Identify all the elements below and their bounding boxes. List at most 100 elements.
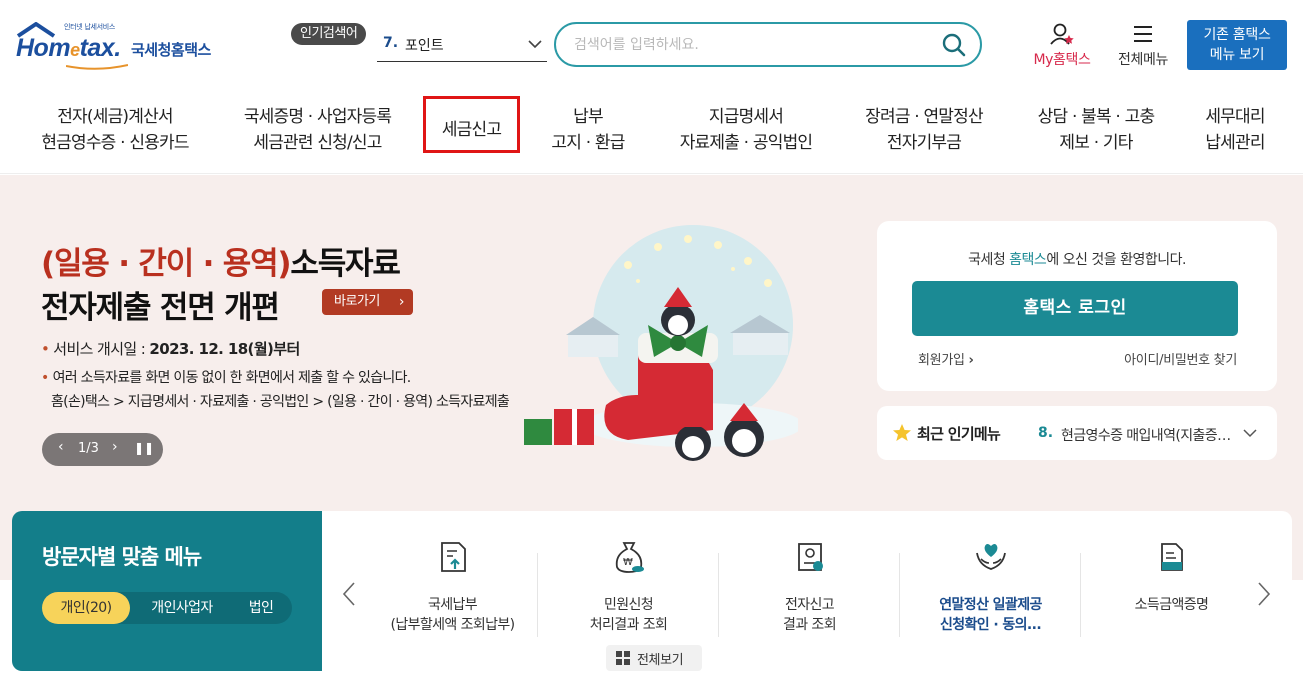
all-menu-label: 전체메뉴 [1118,52,1168,68]
chevron-right-icon[interactable] [1257,581,1271,607]
banner-bullet-date: • 서비스 개시일 : 2023. 12. 18(월)부터 [41,340,300,358]
nav-label: 국세증명 · 사업자등록 [243,107,392,127]
nav-label: 세금관련 신청/신고 [253,133,382,153]
service-sublabel: (납부할세액 조회납부) [390,617,515,633]
chevron-left-icon[interactable] [342,581,356,607]
svg-text:₩: ₩ [623,557,633,568]
nav-label: 전자(세금)계산서 [57,107,173,127]
star-icon [893,424,911,441]
grid-icon [616,651,630,665]
go-button[interactable]: 바로가기 › [322,289,413,315]
chevron-right-icon: › [398,294,405,310]
logo-subtitle: 인터넷 납세서비스 [64,23,116,31]
nav-label: 고지 · 환급 [551,133,625,153]
join-link[interactable]: 회원가입 › [918,349,974,368]
find-id-password-link[interactable]: 아이디/비밀번호 찾기 [1124,349,1237,368]
recent-menu-item: 현금영수증 매입내역(지출증빙) 조회 [1061,428,1237,444]
nav-label: 납세관리 [1205,133,1265,153]
slide-counter: 1/3 [78,441,99,456]
popular-search-rank: 7. [383,35,399,51]
nav-payment-statement[interactable]: 지급명세서 자료제출 · 공익법인 [668,104,824,156]
my-hometax-label: My홈택스 [1033,52,1091,68]
service-label: 국세납부 [427,597,478,613]
christmas-illustration [524,225,798,461]
chevron-right-icon: › [968,353,974,368]
service-label: 전자신고 [784,597,835,613]
search-icon[interactable] [942,33,966,57]
view-all-button[interactable]: 전체보기 [606,645,702,671]
nav-e-tax-invoice[interactable]: 전자(세금)계산서 현금영수증 · 신용카드 [35,104,195,156]
recent-popular-menu[interactable]: 최근 인기메뉴 8. 현금영수증 매입내역(지출증빙) 조회 [877,406,1277,460]
nav-label: 현금영수증 · 신용카드 [41,133,189,153]
nav-tax-certificate[interactable]: 국세증명 · 사업자등록 세금관련 신청/신고 [235,104,400,156]
service-income-certificate[interactable]: 소득금액증명 [1081,539,1262,647]
nav-label: 자료제출 · 공익법인 [679,133,813,153]
old-hometax-button[interactable]: 기존 홈택스 메뉴 보기 [1187,20,1287,70]
search-input[interactable] [574,33,914,57]
old-hometax-line2: 메뉴 보기 [1209,47,1265,63]
main-navigation: 전자(세금)계산서 현금영수증 · 신용카드 국세증명 · 사업자등록 세금관련… [0,86,1303,174]
tab-corporation[interactable]: 법인 [234,592,288,624]
visitor-menu-title: 방문자별 맞춤 메뉴 [42,545,202,569]
all-menu-button[interactable]: 전체메뉴 [1108,22,1178,68]
service-label: 연말정산 일괄제공 [939,597,1042,613]
certificate-icon [1160,543,1183,571]
banner-title-line2: 전자제출 전면 개편 [41,290,280,326]
recent-menu-rank: 8. [1038,425,1054,441]
service-sublabel: 처리결과 조회 [589,617,668,633]
nav-label: 지급명세서 [708,107,784,127]
popular-search-select[interactable]: 7. 포인트 [377,30,547,62]
login-card: 국세청 홈택스에 오신 것을 환영합니다. 홈택스 로그인 회원가입 › 아이디… [877,221,1277,391]
hometax-logo[interactable]: 인터넷 납세서비스 Hometax. 국세청홈택스 [14,20,234,70]
visitor-menu-panel: 방문자별 맞춤 메뉴 개인(20) 개인사업자 법인 [12,511,322,671]
hamburger-icon [1134,26,1152,42]
popular-search-badge: 인기검색어 [291,23,367,45]
logo-swoosh-icon [66,64,128,70]
nav-consultation[interactable]: 상담 · 불복 · 고충 제보 · 기타 [1024,104,1168,156]
service-tax-payment[interactable]: 국세납부 (납부할세액 조회납부) [362,539,543,647]
chevron-down-icon[interactable] [1243,427,1257,439]
recent-menu-label: 최근 인기메뉴 [917,425,1001,443]
service-sublabel: 결과 조회 [783,617,837,633]
banner-title-line1: (일용 · 간이 · 용역)소득자료 [41,246,401,282]
service-label: 소득금액증명 [1134,597,1209,613]
visitor-tabs: 개인(20) 개인사업자 법인 [42,592,292,624]
search-box [554,22,982,67]
user-icon [1050,23,1074,45]
logo-korean: 국세청홈택스 [131,41,211,59]
nav-label: 납부 [573,107,603,127]
service-carousel: 국세납부 (납부할세액 조회납부) ₩ 민원신청 처리결과 조회 전자신고 결과… [322,511,1292,671]
service-sublabel: 신청확인 · 동의... [939,617,1042,633]
popular-search-term: 포인트 [405,38,444,54]
nav-incentive[interactable]: 장려금 · 연말정산 전자기부금 [855,104,993,156]
go-button-label: 바로가기 [334,294,380,309]
money-bag-icon: ₩ [615,542,644,573]
logo-wordmark: Hometax. [16,34,121,62]
service-civil-petition[interactable]: ₩ 민원신청 처리결과 조회 [538,539,719,647]
nav-label: 상담 · 불복 · 고충 [1037,107,1155,127]
stamp-document-icon [797,543,823,571]
service-label: 민원신청 [603,597,654,613]
next-slide-icon[interactable]: › [112,439,118,455]
service-e-filing[interactable]: 전자신고 결과 조회 [719,539,900,647]
old-hometax-line1: 기존 홈택스 [1203,27,1271,43]
banner-bullet-path: 홈(손)택스 > 지급명세서 · 자료제출 · 공익법인 > (일용 · 간이 … [51,394,510,410]
prev-slide-icon[interactable]: ‹ [58,439,64,455]
service-year-end-settlement[interactable]: 연말정산 일괄제공 신청확인 · 동의... [900,539,1081,647]
tab-individual[interactable]: 개인(20) [42,592,130,624]
welcome-text: 국세청 홈택스에 오신 것을 환영합니다. [968,252,1186,268]
banner-pager: ‹ 1/3 › ❚❚ [42,433,163,466]
nav-payment[interactable]: 납부 고지 · 환급 [540,104,636,156]
view-all-label: 전체보기 [637,653,684,668]
banner-bullet-desc: • 여러 소득자료를 화면 이동 없이 한 화면에서 제출 할 수 있습니다. [41,370,411,386]
highlight-box [423,96,520,153]
header: 인터넷 납세서비스 Hometax. 국세청홈택스 인기검색어 7. 포인트 M… [0,0,1303,86]
login-button[interactable]: 홈택스 로그인 [912,281,1238,336]
nav-label: 전자기부금 [886,133,962,153]
pause-icon[interactable]: ❚❚ [134,441,154,455]
document-upload-icon [440,542,466,572]
my-hometax-button[interactable]: My홈택스 [1024,22,1100,68]
tab-sole-proprietor[interactable]: 개인사업자 [134,592,230,624]
nav-tax-agent[interactable]: 세무대리 납세관리 [1197,104,1273,156]
nav-label: 장려금 · 연말정산 [865,107,984,127]
